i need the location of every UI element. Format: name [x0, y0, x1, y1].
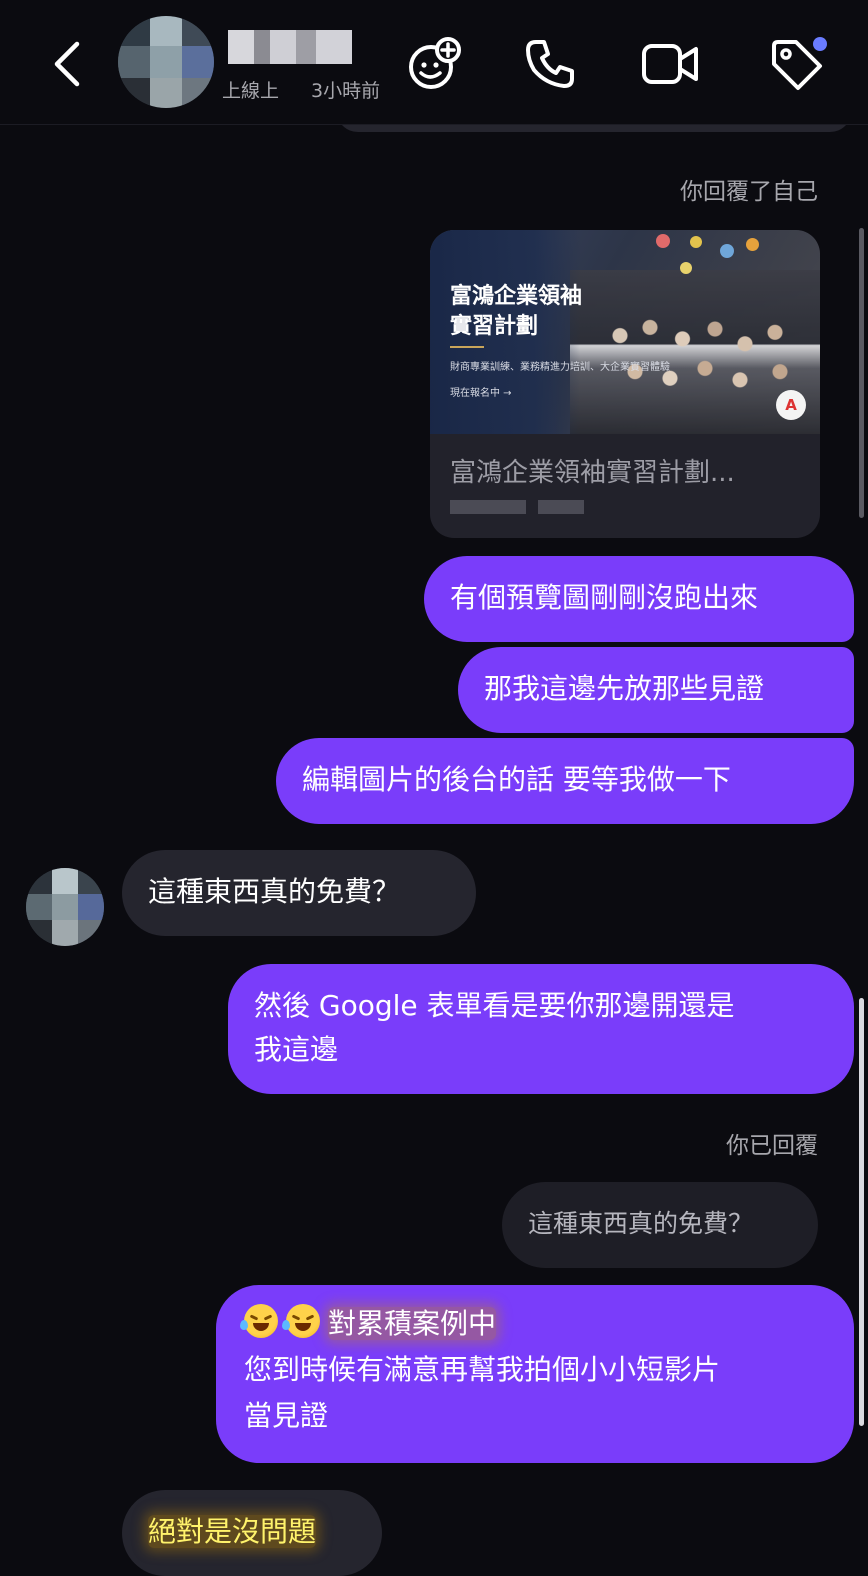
reply-note-replied: 你已回覆: [726, 1133, 818, 1159]
message-bubble-incoming[interactable]: 這種東西真的免費？: [122, 850, 476, 936]
back-button[interactable]: [40, 36, 96, 92]
message-bubble-outgoing[interactable]: 那我這邊先放那些見證: [458, 647, 854, 733]
chat-header: 上線上 3小時前: [0, 0, 868, 125]
highlighted-text: 絕對是沒問題: [148, 1515, 317, 1548]
tag-button[interactable]: [764, 32, 828, 96]
add-game-icon: [409, 37, 461, 89]
contact-name-redacted[interactable]: [228, 30, 352, 64]
message-bubble-outgoing[interactable]: 編輯圖片的後台的話 要等我做一下: [276, 738, 854, 824]
balloon-decoration: [746, 238, 759, 251]
voice-call-button[interactable]: [518, 32, 582, 96]
link-preview-title: 富鴻企業領袖實習計劃...: [450, 458, 735, 488]
link-preview-domain-redacted: [450, 500, 584, 514]
balloon-decoration: [656, 234, 670, 248]
back-chevron-icon: [54, 41, 80, 87]
contact-avatar-small[interactable]: [26, 868, 104, 946]
message-bubble-outgoing[interactable]: 然後 Google 表單看是要你那邊開還是 我這邊: [228, 964, 854, 1094]
message-list: 你回覆了自己 富鴻企業領袖 實習計劃 財商專業訓練、業務精進力培訓、大企業實習體…: [0, 0, 868, 1576]
balloon-decoration: [680, 262, 692, 274]
brand-logo: A: [776, 390, 806, 420]
reply-note-self: 你回覆了自己: [680, 179, 818, 205]
balloon-decoration: [690, 236, 702, 248]
contact-avatar[interactable]: [118, 16, 214, 108]
scrollbar-thumb[interactable]: [859, 998, 864, 1426]
link-preview-image[interactable]: 富鴻企業領袖 實習計劃 財商專業訓練、業務精進力培訓、大企業實習體驗 現在報名中…: [430, 230, 820, 434]
status-online: 上線上: [222, 80, 280, 102]
image-title: 富鴻企業領袖 實習計劃: [450, 284, 583, 339]
reply-message-bubble[interactable]: 對累積案例中 您到時候有滿意再幫我拍個小小短影片 當見證: [216, 1285, 854, 1463]
video-camera-icon: [642, 44, 698, 84]
image-title-rule: [450, 346, 484, 348]
tag-icon: [772, 37, 827, 90]
status-time: 3小時前: [311, 80, 381, 102]
link-preview-card[interactable]: 富鴻企業領袖 實習計劃 財商專業訓練、業務精進力培訓、大企業實習體驗 現在報名中…: [430, 230, 820, 538]
notification-dot: [813, 37, 827, 51]
add-game-button[interactable]: [402, 32, 466, 96]
image-cta: 現在報名中 →: [450, 388, 512, 399]
rofl-emoji-icon: [240, 1304, 278, 1338]
image-subtitle: 財商專業訓練、業務精進力培訓、大企業實習體驗: [450, 362, 670, 373]
balloon-decoration: [720, 244, 734, 258]
video-call-button[interactable]: [638, 32, 702, 96]
message-bubble-outgoing[interactable]: 有個預覽圖剛剛沒跑出來: [424, 556, 854, 642]
rofl-emoji-icon: [282, 1304, 320, 1338]
quoted-message[interactable]: 這種東西真的免費？: [502, 1182, 818, 1268]
message-bubble-incoming[interactable]: 絕對是沒問題: [122, 1490, 382, 1576]
scrollbar-track-segment: [859, 228, 864, 518]
presence-status: 上線上 3小時前: [222, 76, 380, 103]
phone-icon: [526, 40, 574, 88]
reply-first-line: 對累積案例中: [240, 1301, 826, 1347]
highlighted-text: 對累積案例中: [328, 1307, 497, 1340]
